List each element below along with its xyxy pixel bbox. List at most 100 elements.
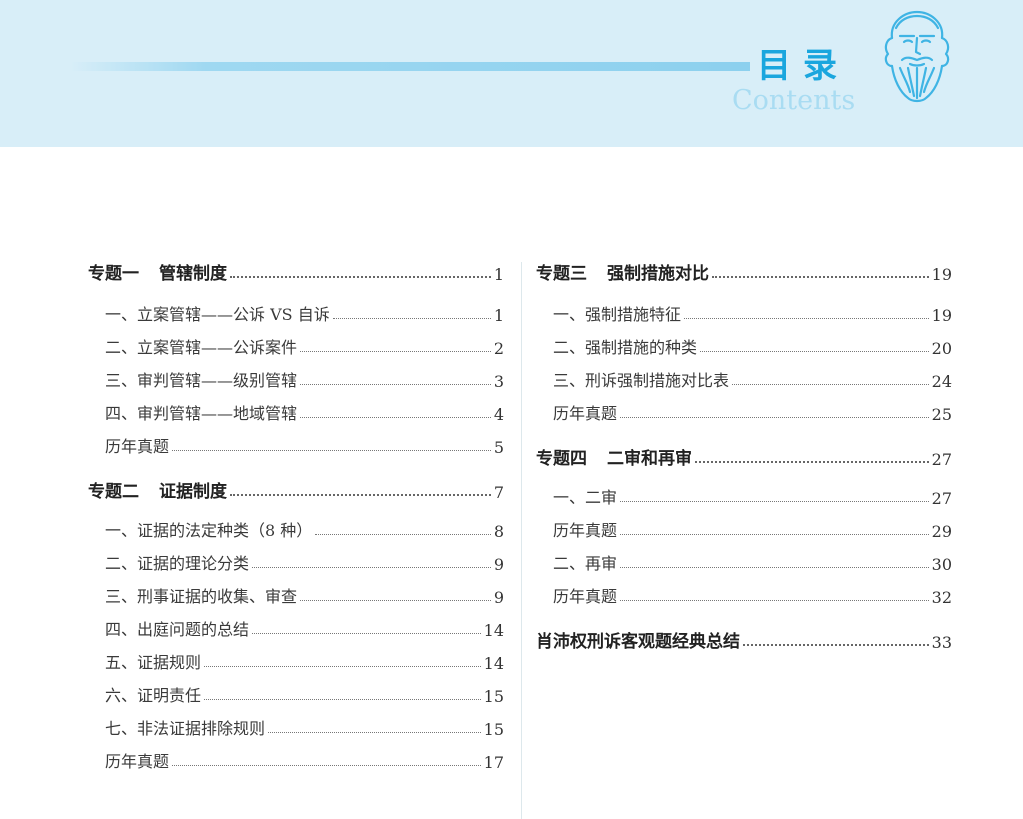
toc-leader-dots — [300, 599, 491, 601]
toc-section-entry[interactable]: 历年真题 17 — [105, 746, 504, 772]
toc-page-number: 1 — [493, 265, 504, 284]
toc-page-number: 2 — [493, 339, 504, 358]
toc-section-entry[interactable]: 七、非法证据排除规则 15 — [105, 713, 504, 739]
toc-page-number: 7 — [493, 483, 504, 502]
toc-entry-title: 历年真题 — [553, 521, 618, 540]
toc-section-entry[interactable]: 二、再审 30 — [553, 548, 952, 574]
toc-chapter-title: 管辖制度 — [159, 264, 227, 284]
page-title: 目录 — [757, 46, 849, 86]
toc-leader-dots — [712, 275, 929, 278]
toc-page-number: 5 — [493, 438, 504, 457]
toc-leader-dots — [620, 566, 929, 568]
toc-page-number: 1 — [493, 306, 504, 325]
toc-leader-dots — [204, 698, 481, 700]
toc-chapter-number: 专题四 — [536, 449, 587, 469]
toc-section-entry[interactable]: 历年真题 5 — [105, 431, 504, 457]
toc-page-number: 8 — [493, 522, 504, 541]
toc-leader-dots — [172, 764, 481, 766]
toc-leader-dots — [172, 449, 491, 451]
header-decorative-line — [70, 62, 750, 71]
toc-entry-title: 五、证据规则 — [105, 653, 202, 672]
toc-chapter-entry[interactable]: 专题一 管辖制度 1 — [88, 258, 504, 284]
toc-page-number: 24 — [931, 372, 952, 391]
toc-chapter-number: 专题三 — [536, 264, 587, 284]
toc-page-number: 30 — [931, 555, 952, 574]
toc-section-entry[interactable]: 历年真题 32 — [553, 581, 952, 607]
toc-section-entry[interactable]: 历年真题 29 — [553, 515, 952, 541]
toc-section-entry[interactable]: 一、二审 27 — [553, 482, 952, 508]
toc-page-number: 29 — [931, 522, 952, 541]
toc-entry-title: 专题三 强制措施对比 — [536, 259, 709, 284]
toc-entry-title: 四、审判管辖——地域管辖 — [105, 404, 298, 423]
toc-leader-dots — [332, 317, 491, 319]
toc-chapter-number: 专题一 — [88, 264, 139, 284]
toc-section-entry[interactable]: 四、出庭问题的总结 14 — [105, 614, 504, 640]
toc-leader-dots — [620, 416, 929, 418]
toc-entry-title: 一、强制措施特征 — [553, 305, 682, 324]
toc-section-entry[interactable]: 二、强制措施的种类 20 — [553, 332, 952, 358]
toc-entry-title: 肖沛权刑诉客观题经典总结 — [536, 632, 740, 652]
toc-page-number: 14 — [483, 654, 504, 673]
toc-chapter-entry[interactable]: 专题二 证据制度 7 — [88, 476, 504, 502]
toc-leader-dots — [204, 665, 481, 667]
toc-chapter-title: 强制措施对比 — [607, 264, 709, 284]
toc-section-entry[interactable]: 三、刑事证据的收集、审查 9 — [105, 581, 504, 607]
toc-entry-title: 七、非法证据排除规则 — [105, 719, 266, 738]
toc-page-number: 15 — [483, 720, 504, 739]
toc-entry-title: 三、审判管辖——级别管辖 — [105, 371, 298, 390]
toc-leader-dots — [252, 566, 491, 568]
toc-page-number: 3 — [493, 372, 504, 391]
toc-entry-title: 二、证据的理论分类 — [105, 554, 250, 573]
toc-entry-title: 二、再审 — [553, 554, 618, 573]
toc-page-number: 4 — [493, 405, 504, 424]
toc-section-entry[interactable]: 二、证据的理论分类 9 — [105, 548, 504, 574]
toc-chapter-number: 专题二 — [88, 482, 139, 502]
toc-chapter-entry[interactable]: 专题三 强制措施对比 19 — [536, 258, 952, 284]
toc-chapter-title: 证据制度 — [159, 482, 227, 502]
toc-chapter-entry[interactable]: 专题四 二审和再审 27 — [536, 443, 952, 469]
toc-leader-dots — [230, 275, 491, 278]
toc-chapter-title: 二审和再审 — [607, 449, 692, 469]
toc-leader-dots — [732, 383, 929, 385]
toc-section-entry[interactable]: 二、立案管辖——公诉案件 2 — [105, 332, 504, 358]
toc-entry-title: 二、强制措施的种类 — [553, 338, 698, 357]
toc-leader-dots — [743, 643, 929, 646]
toc-page-number: 20 — [931, 339, 952, 358]
column-divider — [521, 262, 522, 819]
toc-section-entry[interactable]: 一、强制措施特征 19 — [553, 299, 952, 325]
toc-leader-dots — [620, 500, 929, 502]
toc-entry-title: 历年真题 — [105, 752, 170, 771]
toc-page-number: 32 — [931, 588, 952, 607]
toc-entry-title: 专题二 证据制度 — [88, 477, 227, 502]
toc-entry-title: 六、证明责任 — [105, 686, 202, 705]
toc-entry-title: 历年真题 — [105, 437, 170, 456]
toc-section-entry[interactable]: 四、审判管辖——地域管辖 4 — [105, 398, 504, 424]
toc-section-entry[interactable]: 五、证据规则 14 — [105, 647, 504, 673]
toc-section-entry[interactable]: 一、立案管辖——公诉 VS 自诉 1 — [105, 299, 504, 325]
toc-leader-dots — [300, 350, 491, 352]
toc-section-entry[interactable]: 三、刑诉强制措施对比表 24 — [553, 365, 952, 391]
toc-leader-dots — [620, 533, 929, 535]
toc-section-entry[interactable]: 三、审判管辖——级别管辖 3 — [105, 365, 504, 391]
toc-page-number: 25 — [931, 405, 952, 424]
toc-page-number: 19 — [931, 306, 952, 325]
toc-section-entry[interactable]: 历年真题 25 — [553, 398, 952, 424]
toc-page-number: 9 — [493, 588, 504, 607]
toc-chapter-entry[interactable]: 肖沛权刑诉客观题经典总结 33 — [536, 626, 952, 652]
toc-page-number: 14 — [483, 621, 504, 640]
toc-leader-dots — [300, 383, 491, 385]
toc-leader-dots — [300, 416, 491, 418]
toc-entry-title: 二、立案管辖——公诉案件 — [105, 338, 298, 357]
toc-entry-title: 三、刑诉强制措施对比表 — [553, 371, 730, 390]
toc-page-number: 19 — [931, 265, 952, 284]
toc-leader-dots — [268, 731, 481, 733]
bearded-philosopher-face-icon — [884, 10, 950, 103]
toc-page-number: 17 — [483, 753, 504, 772]
toc-entry-title: 一、二审 — [553, 488, 618, 507]
toc-entry-title: 专题一 管辖制度 — [88, 259, 227, 284]
toc-leader-dots — [230, 493, 491, 496]
toc-section-entry[interactable]: 一、证据的法定种类（8 种） 8 — [105, 515, 504, 541]
toc-section-entry[interactable]: 六、证明责任 15 — [105, 680, 504, 706]
toc-entry-title: 历年真题 — [553, 587, 618, 606]
toc-entry-title: 专题四 二审和再审 — [536, 444, 692, 469]
